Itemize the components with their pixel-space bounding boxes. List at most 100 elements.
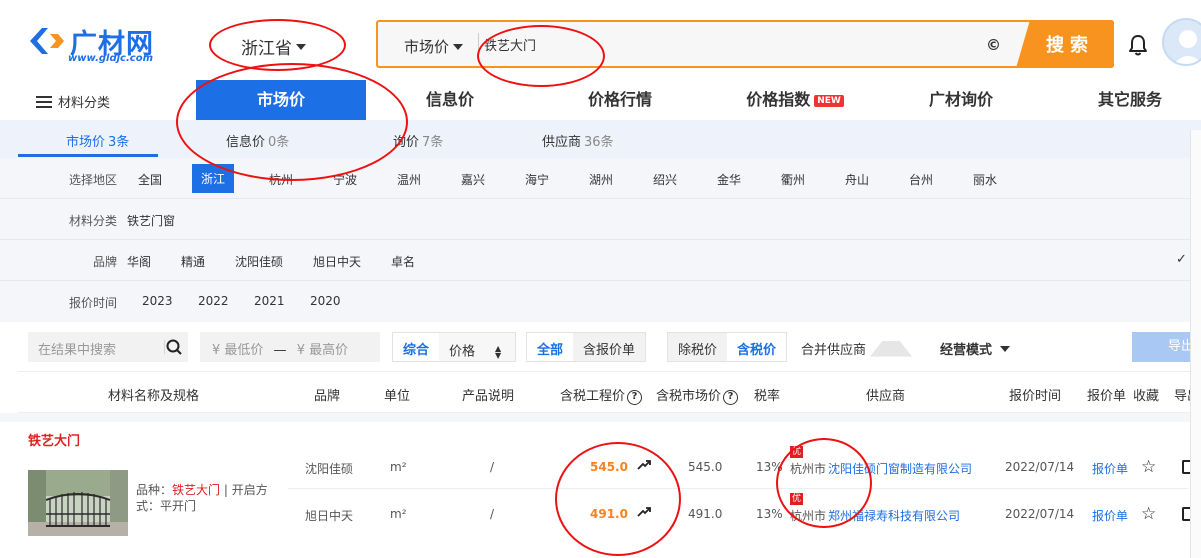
star-icon[interactable]: ☆ bbox=[1141, 457, 1156, 477]
brand-option[interactable]: 旭日中天 bbox=[313, 253, 361, 270]
variety-value[interactable]: 铁艺大门 bbox=[172, 483, 220, 497]
tab-supplier[interactable]: 供应商 36条 bbox=[542, 131, 614, 150]
cell-eng-price: 545.0 bbox=[590, 460, 628, 474]
scope-with-quote[interactable]: 含报价单 bbox=[573, 333, 646, 361]
year-option[interactable]: 2021 bbox=[254, 294, 285, 308]
region-option[interactable]: 丽水 bbox=[973, 171, 997, 188]
region-option[interactable]: 宁波 bbox=[333, 171, 357, 188]
nav-price-trend[interactable]: 价格行情 bbox=[570, 80, 670, 120]
region-option[interactable]: 金华 bbox=[717, 171, 741, 188]
site-logo[interactable]: 广材网 www.gldjc.com bbox=[28, 22, 168, 68]
cell-mkt-price: 545.0 bbox=[688, 460, 723, 474]
search-icon[interactable] bbox=[164, 338, 182, 356]
tab-inquiry[interactable]: 询价 7条 bbox=[393, 131, 443, 150]
tax-excluded[interactable]: 除税价 bbox=[668, 333, 728, 361]
nav-market-price[interactable]: 市场价 bbox=[196, 80, 366, 120]
sort-price[interactable]: 价格 ▲ ▼ bbox=[439, 333, 516, 361]
nav-inquiry[interactable]: 广材询价 bbox=[911, 80, 1011, 120]
province-selector[interactable]: 浙江省 bbox=[241, 34, 306, 59]
filter-row-category: 材料分类 铁艺门窗 bbox=[0, 199, 1201, 240]
brand-option[interactable]: 华阁 bbox=[127, 253, 151, 270]
region-option[interactable]: 嘉兴 bbox=[461, 171, 485, 188]
star-icon[interactable]: ☆ bbox=[1141, 504, 1156, 524]
price-range-input[interactable]: ¥ 最低价 — ¥ 最高价 bbox=[200, 332, 380, 362]
row-divider bbox=[288, 488, 1188, 489]
filter-row-brand: 品牌 华阁 精通 沈阳佳硕 旭日中天 卓名 ✓ bbox=[0, 240, 1201, 281]
clear-icon[interactable]: © bbox=[986, 36, 1001, 54]
new-badge: NEW bbox=[814, 95, 844, 107]
check-icon[interactable]: ✓ bbox=[1176, 252, 1187, 267]
region-option[interactable]: 海宁 bbox=[525, 171, 549, 188]
supplier-city: 杭州市 bbox=[790, 509, 827, 523]
tab-count: 3条 bbox=[108, 135, 130, 150]
nav-other-services[interactable]: 其它服务 bbox=[1080, 80, 1180, 120]
filter-panel: 选择地区 全国 浙江 杭州 宁波 温州 嘉兴 海宁 湖州 绍兴 金华 衢州 舟山… bbox=[0, 158, 1201, 322]
region-option[interactable]: 全国 bbox=[138, 171, 162, 188]
col-time: 报价时间 bbox=[1009, 389, 1062, 404]
cell-desc: / bbox=[490, 460, 495, 474]
search-divider bbox=[478, 33, 479, 55]
active-tab-underline bbox=[18, 154, 158, 157]
tab-label: 市场价 bbox=[66, 135, 106, 150]
business-mode-dropdown[interactable]: 经营模式 bbox=[940, 339, 1011, 358]
merge-supplier-toggle[interactable]: 合并供应商 bbox=[801, 339, 913, 358]
year-option[interactable]: 2023 bbox=[142, 294, 173, 308]
supplier-link[interactable]: 沈阳佳硕门窗制造有限公司 bbox=[828, 462, 972, 476]
search-button[interactable]: 搜索 bbox=[1016, 20, 1114, 68]
cell-mkt-price: 491.0 bbox=[688, 507, 723, 521]
year-option[interactable]: 2020 bbox=[310, 294, 341, 308]
caret-down-icon bbox=[453, 43, 464, 50]
region-option[interactable]: 湖州 bbox=[589, 171, 613, 188]
help-icon[interactable]: ? bbox=[627, 390, 643, 405]
trend-arrow-icon[interactable] bbox=[636, 504, 652, 520]
result-toolbar: 在结果中搜索 ¥ 最低价 — ¥ 最高价 综合 价格 ▲ ▼ 全部 含报价单 除税价… bbox=[18, 322, 1201, 372]
year-option[interactable]: 2022 bbox=[198, 294, 229, 308]
region-option[interactable]: 衢州 bbox=[781, 171, 805, 188]
region-option[interactable]: 舟山 bbox=[845, 171, 869, 188]
category-option[interactable]: 铁艺门窗 bbox=[127, 212, 175, 229]
tab-count: 36条 bbox=[584, 135, 614, 150]
region-option[interactable]: 杭州 bbox=[269, 171, 293, 188]
bell-icon[interactable] bbox=[1128, 34, 1148, 56]
logo-mark-icon bbox=[30, 28, 64, 54]
table-body: 铁艺大门 品种：铁艺大门 | 开启方式：平开门 沈阳佳硕 m² / 545.0 … bbox=[18, 422, 1201, 558]
tab-count: 7条 bbox=[422, 135, 444, 150]
avatar[interactable] bbox=[1162, 18, 1201, 66]
tax-included[interactable]: 含税价 bbox=[727, 333, 787, 361]
search-type-dropdown[interactable]: 市场价 bbox=[404, 36, 464, 57]
product-image[interactable] bbox=[28, 470, 128, 536]
quote-link[interactable]: 报价单 bbox=[1092, 507, 1128, 524]
region-option[interactable]: 绍兴 bbox=[653, 171, 677, 188]
sort-comprehensive[interactable]: 综合 bbox=[393, 333, 440, 361]
col-tax: 税率 bbox=[754, 389, 781, 404]
quote-link[interactable]: 报价单 bbox=[1092, 460, 1128, 477]
cell-time: 2022/07/14 bbox=[1005, 460, 1075, 474]
search-input[interactable] bbox=[484, 30, 974, 58]
help-icon[interactable]: ? bbox=[723, 390, 739, 405]
tab-info-price[interactable]: 信息价 0条 bbox=[226, 131, 289, 150]
logo-url: www.gldjc.com bbox=[68, 53, 153, 64]
cell-time: 2022/07/14 bbox=[1005, 507, 1075, 521]
supplier-link[interactable]: 郑州福禄寿科技有限公司 bbox=[828, 509, 960, 523]
scope-all[interactable]: 全部 bbox=[527, 333, 574, 361]
tab-market-price[interactable]: 市场价 3条 bbox=[66, 131, 129, 150]
price-separator: — bbox=[273, 343, 287, 358]
region-option[interactable]: 台州 bbox=[909, 171, 933, 188]
brand-option[interactable]: 精通 bbox=[181, 253, 205, 270]
brand-option[interactable]: 沈阳佳硕 bbox=[235, 253, 283, 270]
region-option-selected[interactable]: 浙江 bbox=[192, 164, 235, 193]
top-header: 广材网 www.gldjc.com 浙江省 市场价 © 搜索 bbox=[0, 0, 1201, 80]
product-group-title[interactable]: 铁艺大门 bbox=[28, 430, 80, 449]
col-supplier: 供应商 bbox=[866, 389, 906, 404]
category-menu-label: 材料分类 bbox=[58, 96, 111, 111]
brand-option[interactable]: 卓名 bbox=[391, 253, 415, 270]
tab-label: 供应商 bbox=[542, 135, 582, 150]
region-option[interactable]: 温州 bbox=[397, 171, 421, 188]
category-menu[interactable]: 材料分类 bbox=[36, 92, 110, 111]
nav-info-price[interactable]: 信息价 bbox=[400, 80, 500, 120]
main-nav: 材料分类 市场价 信息价 价格行情 价格指数 NEW 广材询价 其它服务 bbox=[0, 80, 1201, 120]
trend-arrow-icon[interactable] bbox=[636, 457, 652, 473]
toggle-switch-icon bbox=[870, 340, 913, 357]
nav-price-index[interactable]: 价格指数 NEW bbox=[735, 80, 855, 120]
col-name: 材料名称及规格 bbox=[108, 389, 200, 404]
